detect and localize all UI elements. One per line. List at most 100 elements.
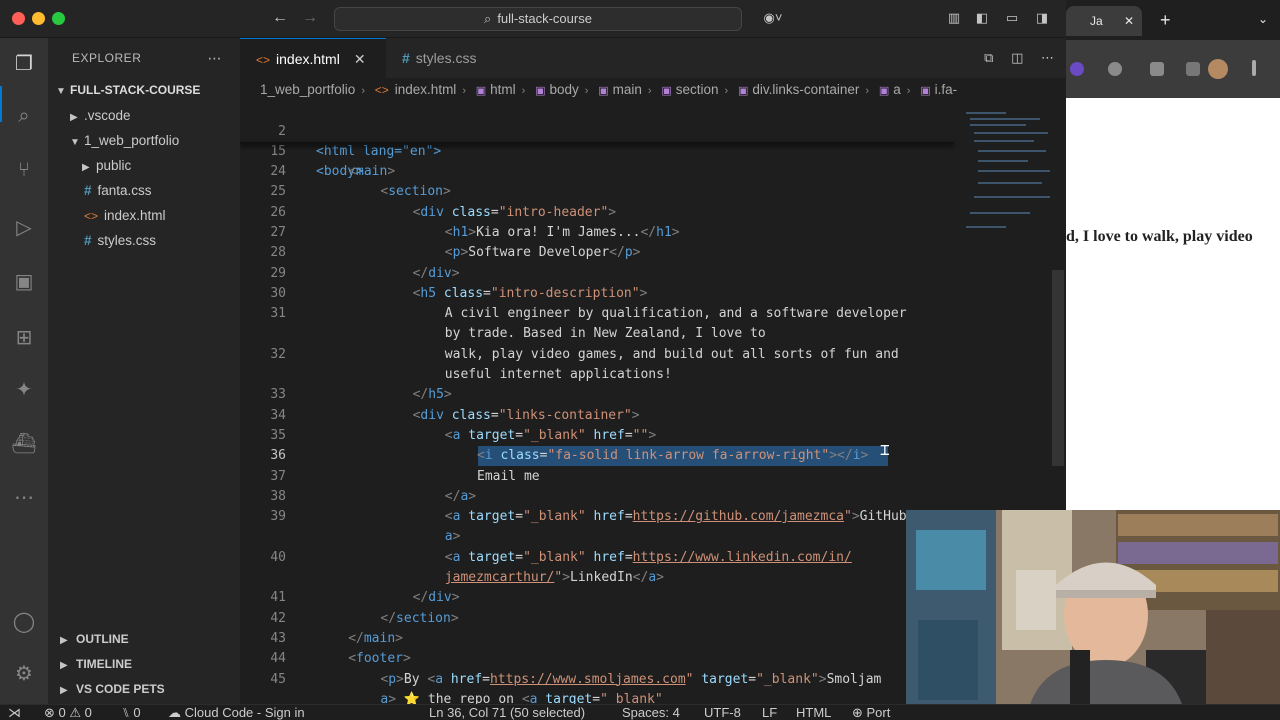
- sidebar-icon[interactable]: [1186, 62, 1200, 76]
- code-text: <h1>Kia ora! I'm James...</h1>: [445, 223, 680, 243]
- open-changes-icon[interactable]: ⧉: [984, 50, 993, 65]
- code-token: "_blank": [523, 509, 586, 525]
- workspace-root[interactable]: ▼ FULL-STACK-COURSE: [48, 78, 240, 103]
- browser-tab[interactable]: Ja ✕: [1066, 6, 1142, 36]
- more-actions-icon[interactable]: ⋯: [1041, 50, 1054, 65]
- breadcrumb-item[interactable]: body: [550, 82, 579, 97]
- docker-icon[interactable]: ⛴: [10, 430, 38, 458]
- language-mode[interactable]: HTML: [796, 705, 831, 720]
- breadcrumb-item[interactable]: index.html: [395, 82, 457, 97]
- breadcrumb-item[interactable]: div.links-container: [752, 82, 859, 97]
- code-token: >: [451, 590, 460, 606]
- copilot-icon[interactable]: ◉˅: [758, 10, 788, 26]
- go-back-icon[interactable]: ←: [272, 9, 288, 27]
- close-tab-icon[interactable]: ✕: [1124, 6, 1134, 36]
- minimap-line: [978, 170, 1050, 172]
- tree-item-fanta-css[interactable]: # fanta.css: [48, 178, 240, 203]
- new-tab-icon[interactable]: +: [1160, 10, 1171, 31]
- minimap-line: [974, 132, 1048, 134]
- remote-explorer-icon[interactable]: ▣: [10, 268, 38, 296]
- run-debug-icon[interactable]: ▷: [10, 214, 38, 242]
- extension-icon[interactable]: [1070, 62, 1084, 76]
- minimap[interactable]: [962, 102, 1052, 242]
- html-file-icon: <>: [84, 209, 99, 223]
- tree-item-styles-css[interactable]: # styles.css: [48, 228, 240, 253]
- code-token: ></: [829, 448, 853, 464]
- more-actions-icon[interactable]: ⋯: [208, 38, 223, 78]
- go-forward-icon[interactable]: →: [302, 9, 318, 27]
- timeline-section[interactable]: ▶ TIMELINE: [48, 652, 240, 677]
- editor-scrollbar[interactable]: [1052, 270, 1064, 466]
- code-text: useful internet applications!: [445, 365, 672, 385]
- more-icon[interactable]: ⋯: [10, 484, 38, 512]
- gemini-icon[interactable]: ✦: [10, 376, 38, 404]
- code-token: div: [428, 590, 452, 606]
- chevron-down-icon[interactable]: ⌄: [1258, 12, 1268, 26]
- more-menu-icon[interactable]: [1252, 60, 1256, 76]
- code-text: a> ⭐ the repo on <a target="_blank": [380, 690, 662, 704]
- code-token: >: [395, 630, 403, 646]
- end-of-line[interactable]: LF: [762, 705, 777, 720]
- code-token: </: [412, 387, 429, 403]
- errors-count[interactable]: ⊗ 0 ⚠ 0: [44, 705, 92, 720]
- tree-item-index-html[interactable]: <> index.html: [48, 203, 240, 228]
- maximize-window-button[interactable]: [52, 12, 65, 25]
- toggle-sidebar-icon[interactable]: ◧: [974, 10, 990, 26]
- settings-gear-icon[interactable]: ⚙: [10, 660, 38, 688]
- cloud-icon: ☁: [168, 705, 185, 720]
- element-icon: ▣: [475, 85, 487, 97]
- tab-index-html[interactable]: <> index.html ✕: [240, 38, 386, 78]
- cursor-position[interactable]: Ln 36, Col 71 (50 selected): [429, 705, 585, 720]
- customize-layout-icon[interactable]: ▥: [946, 10, 962, 26]
- code-text: jamezmcarthur/">LinkedIn</a>: [445, 568, 664, 588]
- extensions-puzzle-icon[interactable]: [1150, 62, 1164, 76]
- breadcrumb-item[interactable]: a: [893, 82, 901, 97]
- code-token: <: [444, 245, 453, 261]
- code-token: >: [632, 245, 641, 261]
- source-control-icon[interactable]: ⑂: [10, 156, 38, 184]
- breadcrumb-item[interactable]: main: [613, 82, 642, 97]
- breadcrumb-item[interactable]: i.fa-: [935, 82, 958, 97]
- remote-indicator-icon[interactable]: ⋊: [8, 705, 21, 720]
- tree-item-public[interactable]: ▶ public: [48, 153, 240, 178]
- breadcrumb-item[interactable]: 1_web_portfolio: [260, 82, 355, 97]
- cloud-code-status[interactable]: ☁ Cloud Code - Sign in: [168, 705, 305, 720]
- ports-count[interactable]: ⑊ 0: [122, 705, 141, 720]
- extensions-icon[interactable]: ⊞: [10, 324, 38, 352]
- close-window-button[interactable]: [12, 12, 25, 25]
- explorer-header: EXPLORER ⋯: [48, 38, 240, 78]
- indentation[interactable]: Spaces: 4: [622, 705, 680, 720]
- breadcrumb-item[interactable]: section: [676, 82, 719, 97]
- profile-avatar[interactable]: [1208, 59, 1228, 79]
- warning-icon: ⚠: [69, 705, 85, 720]
- extension-icon[interactable]: [1108, 62, 1122, 76]
- tree-item-web-portfolio[interactable]: ▼ 1_web_portfolio: [48, 128, 240, 153]
- toggle-secondary-sidebar-icon[interactable]: ◨: [1034, 10, 1050, 26]
- code-text: </a>: [445, 487, 476, 507]
- search-icon[interactable]: ⌕: [10, 102, 38, 130]
- explorer-icon[interactable]: ❐: [10, 50, 38, 78]
- code-token: footer: [356, 651, 403, 667]
- encoding[interactable]: UTF-8: [704, 705, 741, 720]
- breadcrumb-item[interactable]: html: [490, 82, 516, 97]
- port-status[interactable]: ⊕ Port: [852, 705, 890, 720]
- tab-styles-css[interactable]: # styles.css: [386, 38, 506, 78]
- chevron-down-icon: ▼: [70, 137, 80, 148]
- code-token: target: [701, 671, 749, 687]
- code-token: >: [452, 529, 461, 545]
- toggle-panel-icon[interactable]: ▭: [1004, 10, 1020, 26]
- element-icon: ▣: [535, 85, 546, 97]
- command-center-search[interactable]: ⌕ full-stack-course: [334, 7, 742, 31]
- vscode-pets-section[interactable]: ▶ VS CODE PETS: [48, 677, 240, 702]
- code-token: h5: [428, 387, 444, 403]
- split-editor-icon[interactable]: ◫: [1011, 50, 1023, 65]
- tree-item-vscode[interactable]: ▶ .vscode: [48, 103, 240, 128]
- warnings-value: 0: [84, 705, 92, 720]
- code-token: a: [444, 529, 453, 545]
- outline-section[interactable]: ▶ OUTLINE: [48, 627, 240, 652]
- code-token: "fa-solid link-arrow fa-arrow-right": [547, 448, 830, 464]
- close-tab-icon[interactable]: ✕: [354, 51, 366, 67]
- minimize-window-button[interactable]: [32, 12, 45, 25]
- account-icon[interactable]: ◯: [10, 608, 38, 636]
